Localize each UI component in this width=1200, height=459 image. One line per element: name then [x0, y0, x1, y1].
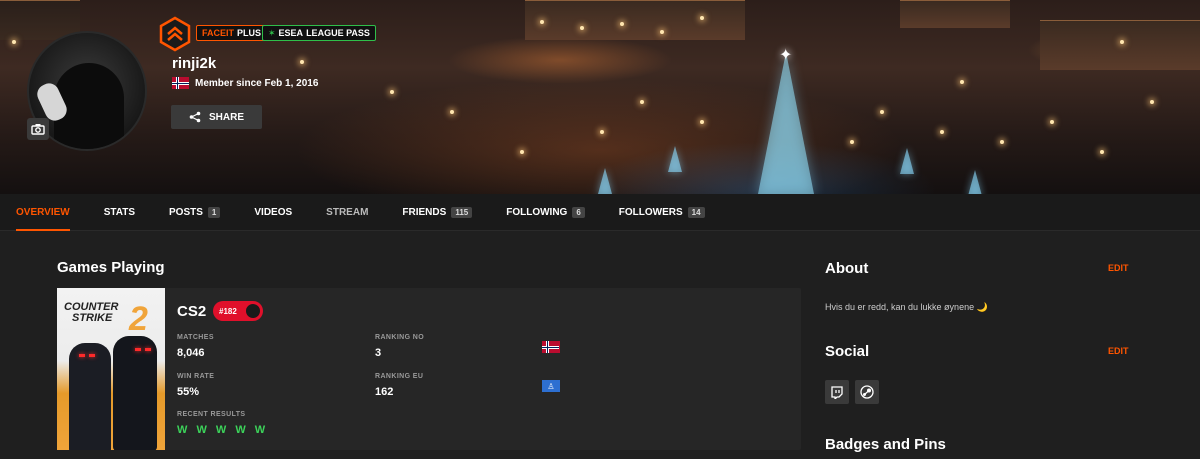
social-edit-button[interactable]: EDIT: [1108, 346, 1129, 356]
rank-badge: #182: [213, 301, 263, 321]
norway-flag-icon: [172, 77, 189, 89]
esea-star-icon: ✶: [268, 27, 276, 38]
game-name: CS2: [177, 303, 207, 320]
tab-label: VIDEOS: [254, 206, 293, 218]
ranking-eu-label: RANKING EU: [375, 373, 424, 380]
skill-level-icon[interactable]: [157, 16, 193, 52]
member-since-text: Member since Feb 1, 2016: [195, 77, 319, 89]
cover-title-line2: STRIKE: [72, 312, 113, 324]
social-heading: Social: [825, 343, 870, 360]
friends-count-badge: 115: [451, 206, 473, 218]
badges-heading: Badges and Pins: [825, 436, 946, 453]
about-edit-button[interactable]: EDIT: [1108, 263, 1129, 273]
tab-posts[interactable]: POSTS 1: [169, 194, 221, 231]
tab-stats[interactable]: STATS: [104, 194, 135, 231]
recent-results: W W W W W: [177, 424, 269, 436]
esea-league-pass-badge[interactable]: ✶ ESEA LEAGUE PASS: [262, 25, 376, 41]
win-rate-value: 55%: [177, 386, 200, 398]
following-count-badge: 6: [572, 206, 585, 218]
ranking-no-value: 3: [375, 347, 382, 359]
tab-label: FOLLOWERS: [618, 206, 683, 218]
profile-banner: ✦ FACEIT PLUS ✶ ESEA LEAGUE PASS rinji2k…: [0, 0, 1200, 194]
share-button[interactable]: SHARE: [171, 105, 262, 129]
ranking-no-label: RANKING NO: [375, 334, 425, 341]
camera-icon[interactable]: [27, 118, 49, 140]
twitch-icon[interactable]: [825, 380, 849, 404]
ranking-eu-value: 162: [375, 386, 394, 398]
tab-label: POSTS: [169, 206, 203, 218]
about-text: Hvis du er redd, kan du lukke øynene 🌙: [825, 302, 988, 312]
christmas-tree: [758, 52, 814, 194]
username: rinji2k: [172, 55, 217, 72]
member-since: Member since Feb 1, 2016: [172, 77, 318, 89]
steam-icon[interactable]: [855, 380, 879, 404]
games-playing-heading: Games Playing: [57, 259, 165, 276]
recent-results-label: RECENT RESULTS: [177, 411, 246, 418]
rank-level-icon: [244, 302, 262, 320]
faceit-badge-label: FACEIT: [202, 28, 235, 38]
cover-title-number: 2: [129, 300, 148, 338]
win-rate-label: WIN RATE: [177, 373, 215, 380]
tab-stream[interactable]: STREAM: [326, 194, 368, 231]
tab-label: STATS: [103, 206, 136, 218]
norway-flag-icon: [542, 341, 560, 353]
faceit-badge-tier: PLUS: [237, 28, 262, 38]
tab-overview[interactable]: OVERVIEW: [16, 194, 70, 231]
game-card-cs2[interactable]: COUNTER STRIKE 2 CS2 #182 MATCHES 8,046 R…: [57, 288, 801, 450]
tab-friends[interactable]: FRIENDS 115: [402, 194, 473, 231]
matches-label: MATCHES: [177, 334, 214, 341]
rank-value: #182: [219, 306, 237, 316]
share-label: SHARE: [208, 111, 244, 123]
star-icon: ✦: [779, 47, 793, 64]
faceit-plus-badge[interactable]: FACEIT PLUS: [196, 25, 268, 41]
cs2-cover-image[interactable]: COUNTER STRIKE 2: [57, 288, 165, 450]
tab-videos[interactable]: VIDEOS: [254, 194, 292, 231]
esea-badge-label: ESEA: [278, 28, 304, 38]
tab-label: FOLLOWING: [506, 206, 568, 218]
share-icon: [189, 111, 201, 123]
tab-label: OVERVIEW: [16, 206, 70, 218]
tab-following[interactable]: FOLLOWING 6: [506, 194, 585, 231]
posts-count-badge: 1: [207, 206, 221, 218]
eu-flag-icon: ♙: [542, 380, 560, 392]
tab-label: STREAM: [326, 206, 369, 218]
tab-followers[interactable]: FOLLOWERS 14: [619, 194, 705, 231]
tab-label: FRIENDS: [402, 206, 447, 218]
matches-value: 8,046: [177, 347, 205, 359]
profile-tabs: OVERVIEW STATS POSTS 1 VIDEOS STREAM FRIE…: [0, 194, 1200, 231]
esea-badge-tier: LEAGUE PASS: [306, 28, 370, 38]
about-heading: About: [825, 260, 869, 277]
followers-count-badge: 14: [687, 206, 705, 218]
